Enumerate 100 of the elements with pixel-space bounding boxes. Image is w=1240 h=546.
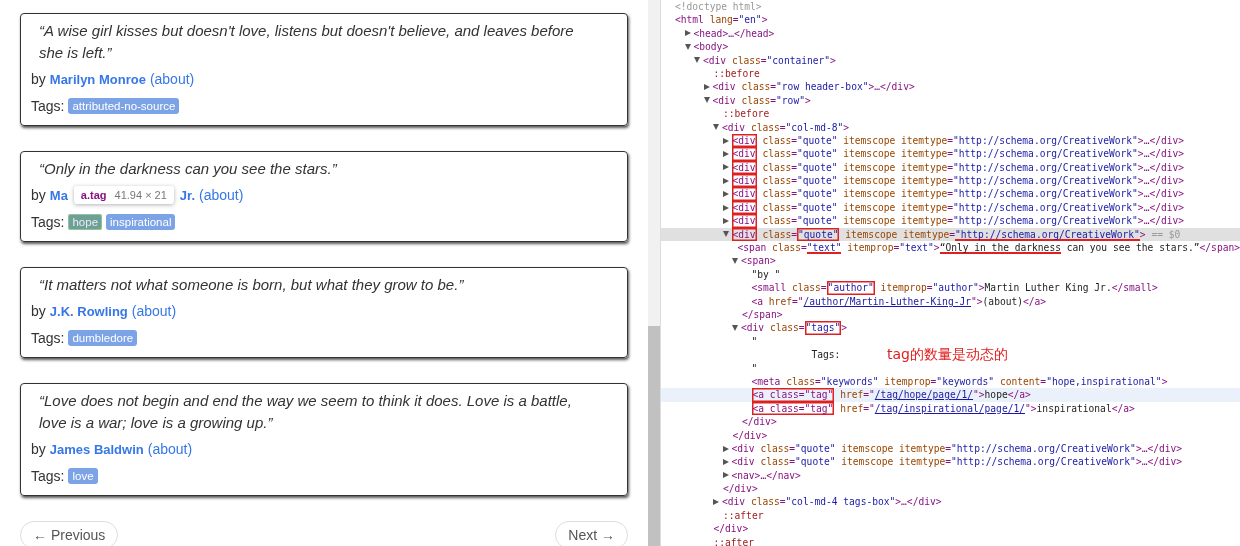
disclosure-triangle-icon[interactable]	[713, 499, 719, 506]
code-text: itemscope itemtype	[842, 200, 948, 215]
code-text: =	[1040, 374, 1047, 389]
disclosure-triangle-icon[interactable]	[722, 458, 729, 465]
element-row[interactable]: <div class="quote" itemscope itemtype="http://schema.org/CreativeWork"> == $0	[661, 227, 1240, 242]
code-text: >…</div>	[1137, 160, 1185, 175]
element-row[interactable]: <div class="quote" itemscope itemtype="http://schema.org/CreativeWork">…</div>	[661, 187, 1240, 201]
code-text: >…</div>	[1137, 147, 1185, 161]
element-row[interactable]: "	[661, 361, 1240, 375]
code-text: ">	[973, 388, 985, 402]
code-text: =	[945, 455, 952, 469]
code-text: "quote"	[797, 174, 838, 188]
scrollbar[interactable]	[648, 0, 660, 546]
code-text: class	[741, 93, 771, 108]
element-row[interactable]: <div class="row header-box">…</div>	[661, 80, 1240, 94]
element-row[interactable]: <div class="quote" itemscope itemtype="http://schema.org/CreativeWork">…</div>	[661, 147, 1240, 161]
link[interactable]: /author/Martin-Luther-King-Jr	[803, 294, 971, 308]
code-text: >…</div>	[895, 495, 942, 509]
element-row[interactable]: <small class="author" itemprop="author">Martin Luther King Jr.</small>	[661, 281, 1240, 295]
code-text: class	[786, 374, 816, 389]
code-text: =	[947, 200, 953, 215]
disclosure-triangle-icon[interactable]	[722, 191, 729, 198]
disclosure-triangle-icon[interactable]	[732, 325, 738, 332]
code-text: "http://schema.org/CreativeWork"	[953, 133, 1138, 148]
tooltip-selector: a.tag	[80, 189, 107, 201]
disclosure-triangle-icon[interactable]	[722, 151, 729, 157]
disclosure-triangle-icon[interactable]	[703, 97, 710, 104]
code-text: >	[1139, 227, 1146, 242]
disclosure-triangle-icon[interactable]	[713, 124, 719, 131]
disclosure-triangle-icon[interactable]	[694, 57, 700, 64]
code-text: =	[947, 133, 953, 148]
link[interactable]: /tag/hope/page/1/	[874, 388, 974, 402]
element-row[interactable]: <div class="quote" itemscope itemtype="http://schema.org/CreativeWork">…</div>	[661, 455, 1240, 469]
element-row[interactable]: <div class="col-md-8">	[661, 120, 1240, 134]
tags-label: Tags:	[31, 330, 65, 346]
code-text: =	[791, 174, 798, 188]
element-row[interactable]: <div class="quote" itemscope itemtype="http://schema.org/CreativeWork">…</div>	[661, 441, 1240, 456]
disclosure-triangle-icon[interactable]	[722, 204, 729, 211]
element-row[interactable]: ::before	[661, 66, 1240, 81]
code-text: ::before	[713, 66, 760, 81]
element-row[interactable]: <a class="tag" href="/tag/hope/page/1/">hope</a>	[661, 388, 1240, 402]
element-row[interactable]: <span class="text" itemprop="text">“Only in the darkness can you see the stars.”</span>	[661, 241, 1240, 255]
disclosure-triangle-icon[interactable]	[684, 43, 691, 50]
element-row[interactable]: <div class="quote" itemscope itemtype="http://schema.org/CreativeWork">…</div>	[661, 160, 1240, 175]
element-row[interactable]: ::after	[661, 535, 1240, 546]
code-text: class	[731, 53, 761, 67]
element-row[interactable]: <div class="row">	[661, 93, 1240, 108]
about-link[interactable]: (about)	[147, 441, 193, 457]
element-row[interactable]: <head>…</head>	[661, 26, 1240, 41]
element-row[interactable]: <body>	[661, 40, 1240, 54]
code-text: <small	[751, 281, 788, 295]
element-row[interactable]: ::after	[661, 508, 1240, 523]
element-row[interactable]: <nav>…</nav>	[661, 468, 1240, 483]
code-text: == $0	[1150, 227, 1181, 242]
element-row[interactable]: <div class="quote" itemscope itemtype="http://schema.org/CreativeWork">…</div>	[661, 133, 1240, 148]
disclosure-triangle-icon[interactable]	[722, 472, 729, 479]
disclosure-triangle-icon[interactable]	[703, 84, 710, 91]
disclosure-triangle-icon[interactable]	[722, 445, 729, 452]
code-text: "quote"	[797, 133, 838, 148]
element-row[interactable]: <a href="/author/Martin-Luther-King-Jr">(about)</a>	[661, 294, 1240, 308]
code-text: class	[772, 241, 801, 255]
element-row[interactable]: <div class="quote" itemscope itemtype="http://schema.org/CreativeWork">…</div>	[661, 174, 1240, 188]
disclosure-triangle-icon[interactable]	[722, 231, 729, 238]
code-text: =	[732, 13, 739, 27]
element-row[interactable]: <html lang="en">	[661, 13, 1240, 27]
element-row[interactable]: ::before	[661, 107, 1240, 121]
disclosure-triangle-icon[interactable]	[732, 258, 738, 265]
code-text: =	[770, 80, 777, 94]
about-link[interactable]: (about)	[131, 303, 177, 319]
code-text: "http://schema.org/CreativeWork"	[953, 147, 1138, 161]
element-row[interactable]: "by "	[661, 267, 1240, 282]
disclosure-triangle-icon[interactable]	[722, 177, 729, 184]
code-text: "author"	[826, 281, 875, 295]
element-row[interactable]: <a class="tag" href="/tag/inspirational/page/1/">inspirational</a>	[661, 401, 1240, 416]
element-row[interactable]: <div class="quote" itemscope itemtype="http://schema.org/CreativeWork">…</div>	[661, 200, 1240, 215]
code-text: =	[947, 160, 953, 175]
code-text: =	[791, 227, 798, 242]
code-text: "http://schema.org/CreativeWork"	[953, 160, 1138, 175]
element-row[interactable]: <meta class="keywords" itemprop="keywords" content="hope,inspirational">	[661, 374, 1240, 389]
tooltip-size: 41.94 × 21	[114, 189, 167, 201]
code-text: ::before	[723, 107, 770, 121]
disclosure-triangle-icon[interactable]	[722, 164, 729, 171]
code-text: =	[893, 241, 900, 255]
element-row[interactable]: <span>	[661, 254, 1240, 268]
element-row[interactable]: <div class="col-md-4 tags-box">…</div>	[661, 495, 1240, 509]
code-text: <div	[731, 147, 757, 161]
code-text: "keywords"	[820, 374, 879, 389]
about-link[interactable]: (about)	[199, 187, 244, 203]
disclosure-triangle-icon[interactable]	[684, 30, 691, 37]
element-row[interactable]: Tags: tag的数量是动态的	[661, 348, 1240, 362]
about-link[interactable]: (about)	[149, 71, 195, 87]
element-row[interactable]: <div class="tags">	[661, 321, 1240, 335]
code-text: itemscope itemtype	[844, 227, 950, 242]
disclosure-triangle-icon[interactable]	[722, 137, 729, 144]
code-text: "col-md-8"	[785, 120, 844, 134]
link[interactable]: /tag/inspirational/page/1/	[874, 401, 1025, 416]
code-text: "row header-box"	[776, 80, 869, 94]
code-text: <div	[722, 495, 747, 509]
element-row[interactable]: <div class="container">	[661, 53, 1240, 67]
code-text: =	[791, 133, 798, 148]
